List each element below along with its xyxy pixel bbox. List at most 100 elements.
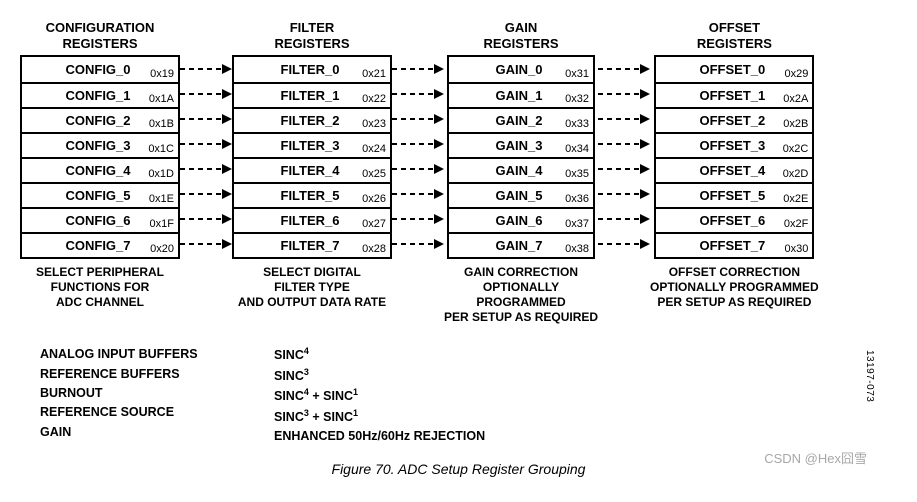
arrow-icon xyxy=(598,131,650,156)
filter-type-item: SINC3 + SINC1 xyxy=(274,407,485,428)
arrow-icon xyxy=(392,231,444,256)
register-name: CONFIG_6 xyxy=(65,213,134,228)
register-address: 0x2D xyxy=(783,168,809,180)
arrow-icon xyxy=(180,231,232,256)
column-description: GAIN CORRECTION OPTIONALLY PROGRAMMED PE… xyxy=(444,265,598,325)
register-name: FILTER_3 xyxy=(281,138,344,153)
register-name: CONFIG_7 xyxy=(65,238,134,253)
arrow-icon xyxy=(180,56,232,81)
register-row: GAIN_4 0x35 xyxy=(449,157,593,182)
register-name: OFFSET_6 xyxy=(700,213,770,228)
register-address: 0x22 xyxy=(362,93,386,105)
register-name: GAIN_2 xyxy=(496,113,547,128)
register-name: FILTER_6 xyxy=(281,213,344,228)
register-row: FILTER_6 0x27 xyxy=(234,207,390,232)
peripheral-functions-list: ANALOG INPUT BUFFERSREFERENCE BUFFERSBUR… xyxy=(40,345,250,447)
column-title: GAIN REGISTERS xyxy=(483,20,558,51)
arrow-icon xyxy=(392,81,444,106)
peripheral-item: ANALOG INPUT BUFFERS xyxy=(40,345,250,364)
arrow-icon xyxy=(180,81,232,106)
peripheral-item: REFERENCE SOURCE xyxy=(40,403,250,422)
register-row: FILTER_50x26 xyxy=(234,182,390,207)
register-row: FILTER_70x28 xyxy=(234,232,390,257)
register-group: CONFIG_00x19CONFIG_10x1ACONFIG_20x1BCONF… xyxy=(20,55,180,259)
register-name: OFFSET_4 xyxy=(700,163,770,178)
register-row: GAIN_10x32 xyxy=(449,82,593,107)
register-row: GAIN_60x37 xyxy=(449,207,593,232)
register-name: FILTER_1 xyxy=(281,88,344,103)
register-address: 0x20 xyxy=(150,243,174,255)
register-row: CONFIG_1 0x1A xyxy=(22,82,178,107)
register-address: 0x1C xyxy=(148,143,174,155)
register-address: 0x1F xyxy=(150,218,174,230)
register-address: 0x2B xyxy=(783,118,808,130)
column-title: CONFIGURATION REGISTERS xyxy=(46,20,155,51)
register-address: 0x27 xyxy=(362,218,386,230)
arrow-icon xyxy=(392,56,444,81)
register-address: 0x25 xyxy=(362,168,386,180)
watermark: CSDN @Hex囧雪 xyxy=(764,448,867,467)
filter-type-item: SINC3 xyxy=(274,366,485,387)
arrow-icon xyxy=(598,181,650,206)
register-row: OFFSET_4 0x2D xyxy=(656,157,812,182)
register-address: 0x1E xyxy=(149,193,174,205)
register-group: GAIN_00x31GAIN_10x32GAIN_20x33GAIN_30x34… xyxy=(447,55,595,259)
register-name: CONFIG_0 xyxy=(65,62,134,77)
figure-number: 13197-073 xyxy=(864,350,875,402)
register-address: 0x19 xyxy=(150,68,174,80)
register-name: CONFIG_3 xyxy=(65,138,134,153)
register-address: 0x31 xyxy=(565,68,589,80)
register-name: CONFIG_2 xyxy=(65,113,134,128)
register-row: CONFIG_0 0x19 xyxy=(22,57,178,82)
arrow-icon xyxy=(392,181,444,206)
register-name: GAIN_3 xyxy=(496,138,547,153)
register-name: CONFIG_1 xyxy=(65,88,134,103)
register-name: FILTER_7 xyxy=(281,238,344,253)
register-address: 0x23 xyxy=(362,118,386,130)
register-row: CONFIG_3 0x1C xyxy=(22,132,178,157)
register-address: 0x35 xyxy=(565,168,589,180)
register-row: FILTER_1 0x22 xyxy=(234,82,390,107)
register-row: GAIN_30x34 xyxy=(449,132,593,157)
peripheral-item: REFERENCE BUFFERS xyxy=(40,365,250,384)
peripheral-item: BURNOUT xyxy=(40,384,250,403)
column-description: SELECT DIGITAL FILTER TYPE AND OUTPUT DA… xyxy=(238,265,386,310)
register-row: FILTER_00x21 xyxy=(234,57,390,82)
filter-type-item: SINC4 xyxy=(274,345,485,366)
register-address: 0x1A xyxy=(149,93,174,105)
arrow-icon xyxy=(598,106,650,131)
arrow-icon xyxy=(392,106,444,131)
register-row: OFFSET_60x2F xyxy=(656,207,812,232)
filter-type-item: ENHANCED 50Hz/60Hz REJECTION xyxy=(274,427,485,446)
arrow-icon xyxy=(180,106,232,131)
register-name: GAIN_0 xyxy=(496,62,547,77)
register-name: OFFSET_3 xyxy=(700,138,770,153)
register-column: OFFSET REGISTERSOFFSET_00x29OFFSET_10x2A… xyxy=(650,20,819,325)
arrow-icon xyxy=(180,131,232,156)
arrow-icon xyxy=(598,56,650,81)
register-name: GAIN_4 xyxy=(496,163,547,178)
register-row: FILTER_30x24 xyxy=(234,132,390,157)
arrow-column xyxy=(598,20,650,325)
column-title: OFFSET REGISTERS xyxy=(697,20,772,51)
register-row: OFFSET_50x2E xyxy=(656,182,812,207)
register-address: 0x38 xyxy=(565,243,589,255)
arrow-icon xyxy=(392,131,444,156)
register-name: CONFIG_4 xyxy=(65,163,134,178)
arrow-icon xyxy=(598,156,650,181)
register-name: OFFSET_1 xyxy=(700,88,770,103)
register-name: GAIN_1 xyxy=(496,88,547,103)
register-name: OFFSET_0 xyxy=(700,62,770,77)
register-address: 0x21 xyxy=(362,68,386,80)
register-name: FILTER_2 xyxy=(281,113,344,128)
register-name: OFFSET_2 xyxy=(700,113,770,128)
arrow-icon xyxy=(598,206,650,231)
register-column: GAIN REGISTERS GAIN_0 0x31 GAIN_10x32 GAIN_2… xyxy=(444,20,598,325)
register-address: 0x2C xyxy=(783,143,809,155)
register-address: 0x2A xyxy=(783,93,808,105)
arrow-column xyxy=(392,20,444,325)
register-name: OFFSET_5 xyxy=(700,188,770,203)
arrow-icon xyxy=(392,156,444,181)
column-title: FILTER REGISTERS xyxy=(274,20,349,51)
register-group: FILTER_00x21 FILTER_1 0x22 FILTER_2 0x23 FILT… xyxy=(232,55,392,259)
